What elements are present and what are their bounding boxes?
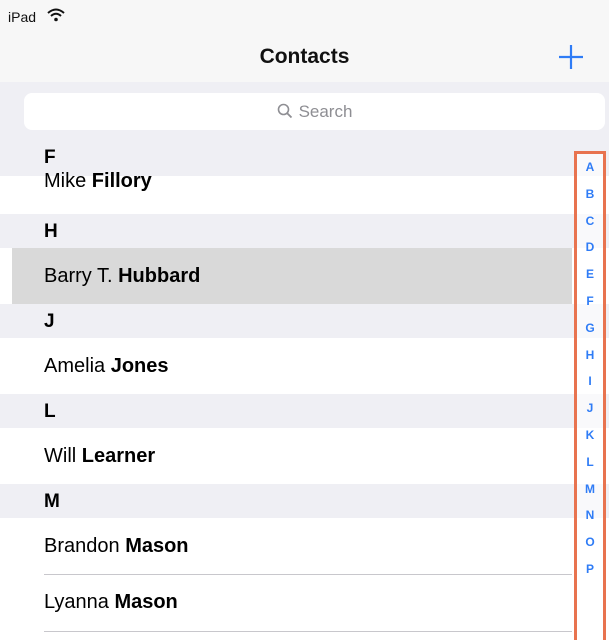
contact-name: Mike Fillory xyxy=(44,170,152,192)
index-letter-h[interactable]: H xyxy=(577,348,603,362)
contact-name: Amelia Jones xyxy=(44,355,169,377)
search-placeholder: Search xyxy=(298,102,353,121)
contact-name: Brandon Mason xyxy=(44,535,189,557)
index-letter-b[interactable]: B xyxy=(577,187,603,201)
navigation-bar: Contacts xyxy=(0,34,609,82)
section-letter: F xyxy=(44,147,56,168)
contact-row[interactable]: Amelia Jones xyxy=(0,338,609,394)
index-letter-c[interactable]: C xyxy=(577,214,603,228)
index-letter-m[interactable]: M xyxy=(577,482,603,496)
index-letter-d[interactable]: D xyxy=(577,240,603,254)
wifi-icon xyxy=(47,8,65,22)
index-letter-e[interactable]: E xyxy=(577,267,603,281)
contacts-list: F Mike Fillory H Barry T. Hubbard J Amel… xyxy=(0,144,609,640)
section-index-bar[interactable]: ABCDEFGHIJKLMNOP xyxy=(574,151,606,640)
section-header-j: J xyxy=(0,304,609,338)
contact-name: Barry T. Hubbard xyxy=(44,265,201,287)
contact-name: Lyanna Mason xyxy=(44,591,178,613)
contact-row[interactable]: Brandon Mason xyxy=(0,518,609,574)
index-letter-f[interactable]: F xyxy=(577,294,603,308)
page-title: Contacts xyxy=(259,45,350,68)
section-letter: L xyxy=(44,401,56,422)
section-header-h: H xyxy=(0,214,609,248)
index-letter-k[interactable]: K xyxy=(577,428,603,442)
index-letter-n[interactable]: N xyxy=(577,508,603,522)
row-divider xyxy=(44,631,572,632)
section-letter: J xyxy=(44,311,55,332)
index-letter-j[interactable]: J xyxy=(577,401,603,415)
contact-row-selected[interactable]: Barry T. Hubbard xyxy=(12,248,572,304)
index-letter-o[interactable]: O xyxy=(577,535,603,549)
search-icon xyxy=(277,103,293,119)
index-letter-i[interactable]: I xyxy=(577,374,603,388)
index-letter-p[interactable]: P xyxy=(577,562,603,576)
contact-row[interactable]: Mike Fillory xyxy=(0,170,609,214)
index-letter-g[interactable]: G xyxy=(577,321,603,335)
plus-icon xyxy=(559,45,583,69)
search-area: Search xyxy=(0,82,609,144)
contact-row[interactable]: Lyanna Mason xyxy=(0,575,609,631)
add-contact-button[interactable] xyxy=(553,39,589,75)
section-letter: M xyxy=(44,491,60,512)
status-bar: iPad xyxy=(0,0,609,34)
search-input[interactable]: Search xyxy=(24,93,605,130)
contact-row[interactable]: Will Learner xyxy=(0,428,609,484)
section-header-m: M xyxy=(0,484,609,518)
section-header-l: L xyxy=(0,394,609,428)
index-letter-a[interactable]: A xyxy=(577,160,603,174)
index-letter-l[interactable]: L xyxy=(577,455,603,469)
status-carrier-label: iPad xyxy=(8,9,37,25)
section-letter: H xyxy=(44,221,58,242)
contact-name: Will Learner xyxy=(44,445,156,467)
